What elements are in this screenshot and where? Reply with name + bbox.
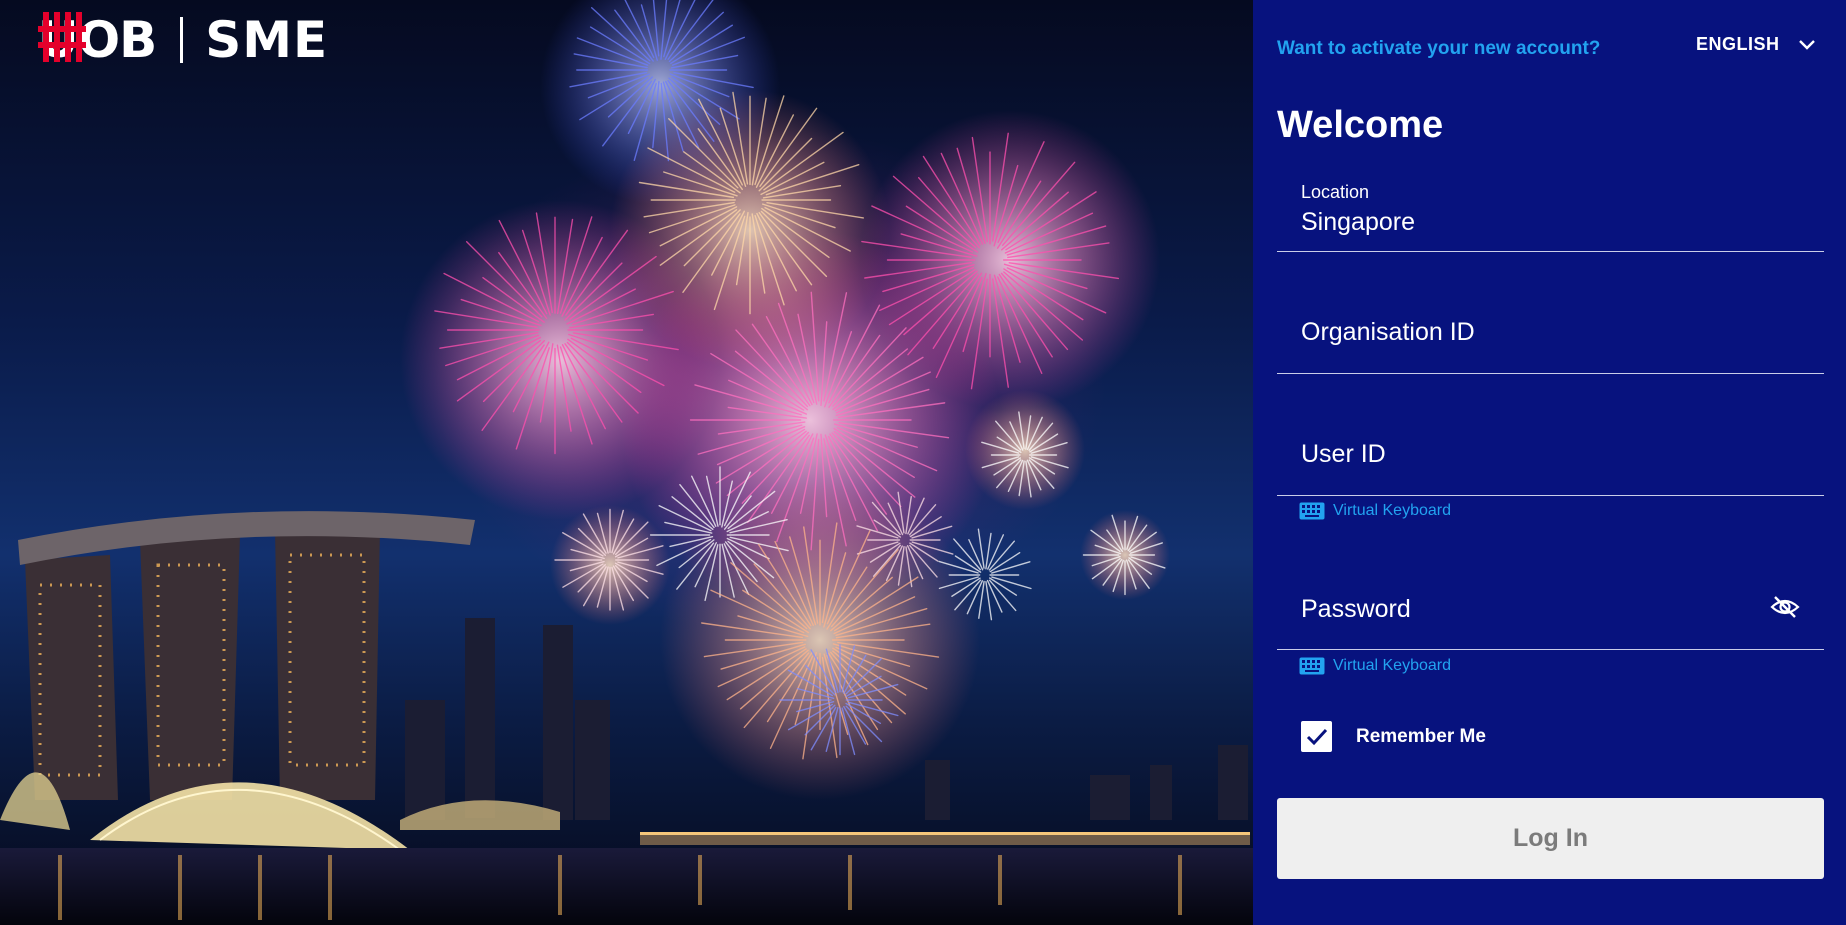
welcome-heading: Welcome (1277, 104, 1444, 146)
remember-me-toggle[interactable]: Remember Me (1301, 721, 1486, 752)
login-button[interactable]: Log In (1277, 798, 1824, 879)
firework-spark (988, 579, 1017, 612)
user-id-input[interactable] (1277, 416, 1824, 495)
checkmark-icon (1306, 728, 1327, 745)
user-id-field[interactable]: User ID (1277, 416, 1824, 496)
fireworks-skyline-illustration (0, 0, 1253, 925)
remember-me-label: Remember Me (1356, 725, 1486, 747)
virtual-keyboard-link-user-id[interactable]: Virtual Keyboard (1299, 502, 1451, 520)
virtual-keyboard-link-password[interactable]: Virtual Keyboard (1299, 657, 1451, 675)
chevron-down-icon (1798, 39, 1815, 50)
organisation-id-field[interactable]: Organisation ID (1277, 294, 1824, 374)
remember-me-checkbox[interactable] (1301, 721, 1332, 752)
activate-account-link[interactable]: Want to activate your new account? (1277, 38, 1600, 60)
eye-off-icon[interactable] (1770, 594, 1800, 620)
location-value: Singapore (1301, 208, 1415, 236)
keyboard-icon (1299, 657, 1325, 675)
password-field[interactable]: Password (1277, 570, 1824, 650)
login-panel: Want to activate your new account? ENGLI… (1253, 0, 1846, 925)
organisation-id-input[interactable] (1277, 294, 1824, 373)
uob-sme-logo: UOB SME (38, 12, 328, 68)
logo-divider (180, 17, 184, 63)
language-selector[interactable]: ENGLISH (1696, 34, 1816, 55)
keyboard-icon (1299, 502, 1325, 520)
hero-background: UOB SME (0, 0, 1253, 925)
password-input[interactable] (1277, 570, 1824, 649)
language-label: ENGLISH (1696, 34, 1780, 54)
uob-logo-icon (38, 12, 86, 62)
location-field[interactable]: Location Singapore (1277, 172, 1824, 252)
location-label: Location (1301, 182, 1370, 202)
virtual-keyboard-label: Virtual Keyboard (1333, 657, 1451, 674)
logo-product: SME (205, 11, 329, 69)
virtual-keyboard-label: Virtual Keyboard (1333, 502, 1451, 519)
